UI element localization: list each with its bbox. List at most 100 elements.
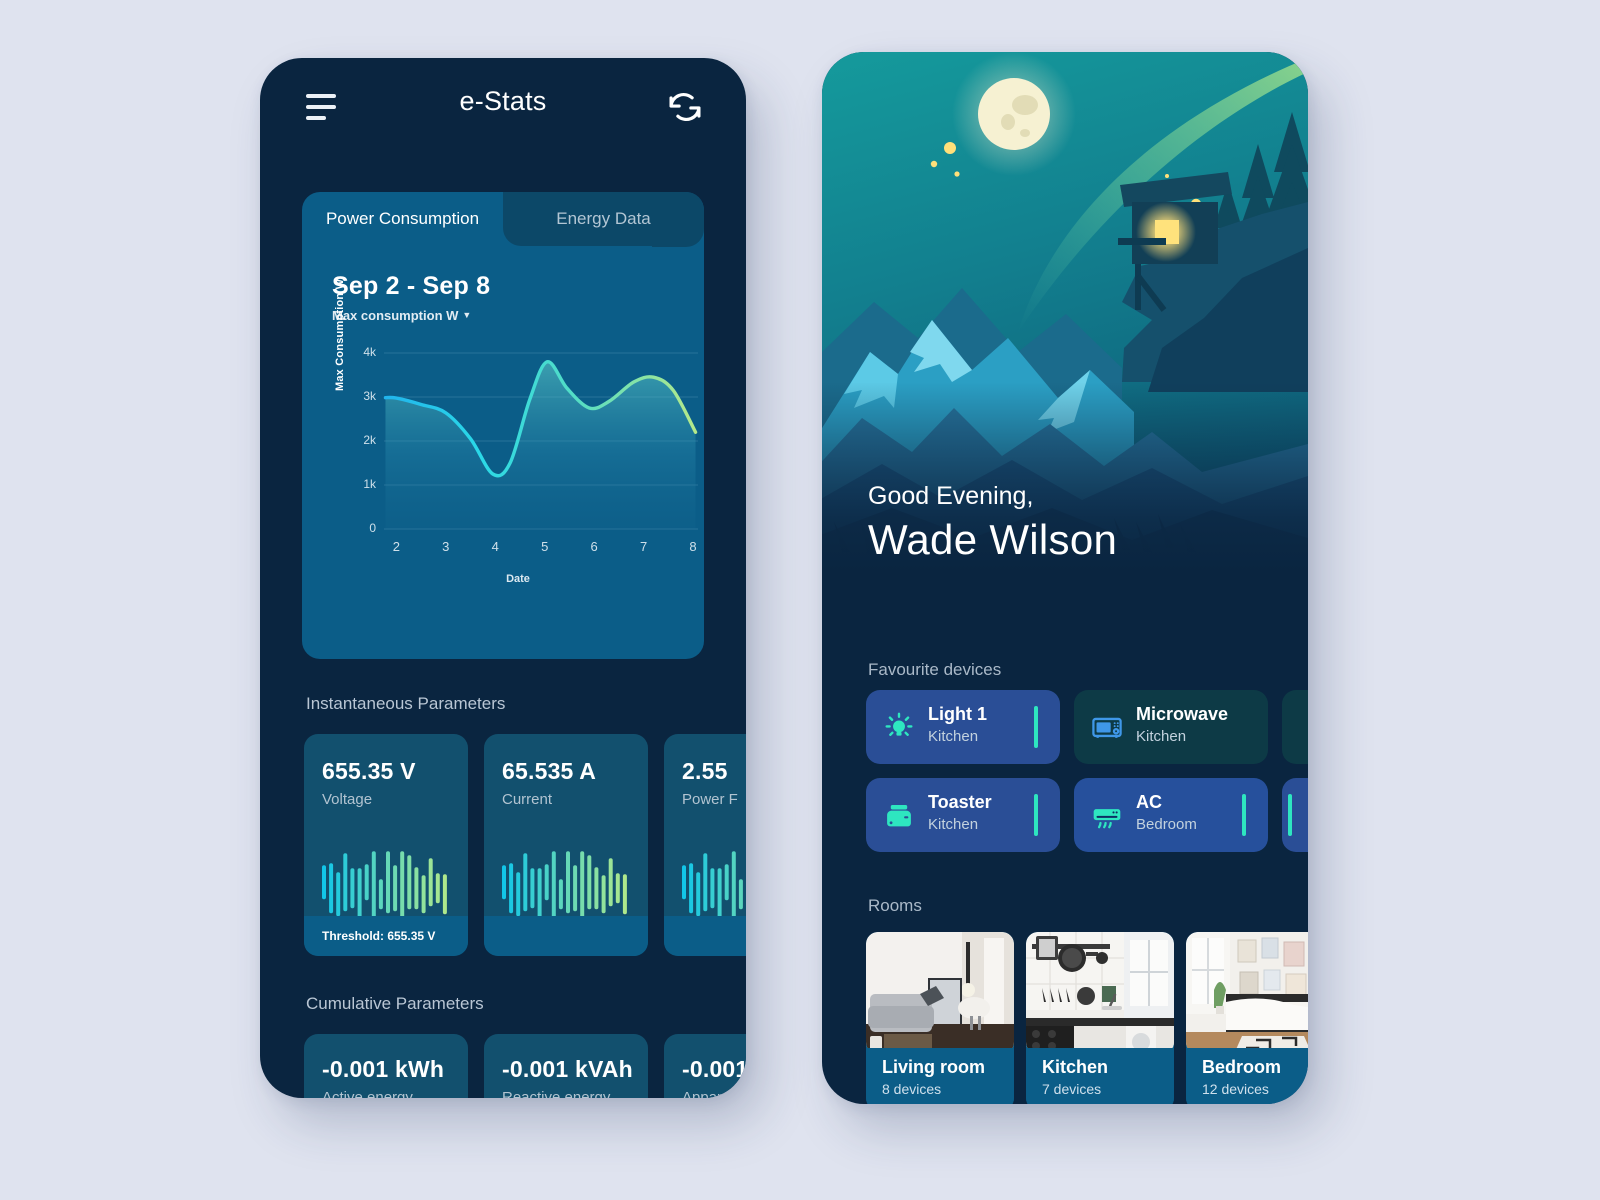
cum-card-reactive-energy[interactable]: -0.001 kVAh Reactive energy	[484, 1034, 648, 1098]
waveform-bar	[682, 865, 686, 900]
device-room: Kitchen	[928, 728, 979, 745]
power-consumption-card: Power Consumption Energy Data Sep 2 - Se…	[302, 192, 704, 659]
param-card-power-factor[interactable]: 2.55 Power F	[664, 734, 746, 956]
chart-y-tick-label: 0	[369, 521, 376, 535]
waveform-bar	[544, 864, 549, 901]
chart-y-tick-label: 3k	[363, 389, 376, 403]
cumulative-parameters-heading: Cumulative Parameters	[306, 994, 484, 1013]
waveform-bar	[329, 863, 334, 914]
device-card-toaster[interactable]: Toaster Kitchen	[866, 778, 1060, 852]
waveform-bar	[622, 874, 627, 915]
device-status-bar	[1034, 794, 1038, 836]
waveform-bar	[516, 872, 521, 917]
cum-card-label: Appare	[682, 1089, 731, 1098]
tab-power-consumption[interactable]: Power Consumption	[302, 192, 503, 246]
device-room: Kitchen	[928, 816, 979, 833]
waveform-bar	[364, 864, 369, 901]
toaster-icon	[882, 799, 916, 838]
device-status-bar	[1034, 706, 1038, 748]
waveform-bar	[407, 855, 412, 910]
device-card-microwave[interactable]: Microwave Kitchen	[1074, 690, 1268, 764]
param-card-voltage[interactable]: 655.35 V Voltage Threshold: 655.35 V	[304, 734, 468, 956]
waveform-bar	[428, 858, 433, 907]
waveform-bar	[717, 868, 722, 921]
param-card-label: Current	[502, 791, 553, 808]
waveform-bar	[435, 873, 440, 904]
waveform-bar	[615, 873, 620, 904]
room-card-kitchen[interactable]: Kitchen 7 devices	[1026, 932, 1174, 1104]
chart-y-tick-label: 4k	[363, 345, 376, 359]
device-status-bar	[1288, 794, 1292, 836]
waveform-bar	[696, 872, 701, 917]
waveform-bar	[322, 865, 326, 900]
waveform-bar	[350, 868, 355, 909]
param-card-footer	[664, 916, 746, 956]
refresh-icon[interactable]	[666, 88, 704, 126]
waveform-bar	[594, 867, 599, 910]
room-device-count: 7 devices	[1042, 1081, 1102, 1097]
waveform-bar	[738, 879, 743, 910]
line-chart: Max Consumption W 4k 3k 2k 1k 0 2 3 4 5 …	[332, 279, 704, 591]
air-conditioner-icon	[1090, 800, 1124, 839]
tab-energy-data-label: Energy Data	[556, 209, 651, 228]
room-card-bedroom[interactable]: Bedroom 12 devices	[1186, 932, 1308, 1104]
chart-metric-selector[interactable]: Max consumption W ▼	[332, 308, 704, 323]
device-card-partial-next[interactable]	[1282, 690, 1308, 764]
chart-y-tick-label: 1k	[363, 477, 376, 491]
waveform-bar	[530, 868, 535, 909]
chart-date-range: Sep 2 - Sep 8	[332, 272, 491, 300]
device-card-ac[interactable]: AC Bedroom	[1074, 778, 1268, 852]
waveform-bar	[573, 865, 578, 912]
waveform-bar	[343, 853, 348, 912]
chart-metric-label: Max consumption W	[332, 308, 459, 323]
waveform-bar	[710, 868, 715, 909]
waveform-bar	[689, 863, 694, 914]
device-name: AC	[1136, 792, 1162, 812]
param-card-value: 655.35 V	[322, 758, 416, 784]
waveform-bar	[371, 851, 376, 926]
lightbulb-icon	[882, 709, 916, 748]
cum-card-label: Reactive energy	[502, 1089, 611, 1098]
device-name: Light 1	[928, 704, 987, 724]
chart-x-tick-label: 4	[491, 539, 499, 554]
cum-card-active-energy[interactable]: -0.001 kWh Active energy	[304, 1034, 468, 1098]
chart-y-tick-label: 2k	[363, 433, 376, 447]
rooms-heading: Rooms	[868, 896, 922, 915]
waveform-bar	[378, 879, 383, 910]
device-card-partial-next-2[interactable]	[1282, 778, 1308, 852]
left-phone-header: e-Stats	[260, 58, 746, 150]
room-device-count: 8 devices	[882, 1081, 942, 1097]
chart-x-tick-label: 5	[541, 539, 549, 554]
waveform-bar	[393, 865, 398, 912]
device-room: Bedroom	[1136, 816, 1197, 833]
canvas: e-Stats Power Consumption Energy Data Se…	[0, 0, 1600, 1200]
room-photo-kitchen	[1026, 932, 1174, 1054]
waveform-bar	[523, 853, 528, 912]
waveform-bar	[537, 868, 542, 921]
waveform-bar	[551, 851, 556, 926]
waveform-bar	[336, 872, 341, 917]
waveform-bar	[601, 875, 606, 914]
param-card-value: 2.55	[682, 758, 728, 784]
waveform-bar	[442, 874, 447, 915]
param-card-footer	[484, 916, 648, 956]
waveform-bar	[587, 855, 592, 910]
room-photo-bedroom	[1186, 932, 1308, 1054]
voltage-threshold-badge: Threshold: 655.35 V	[304, 916, 468, 956]
cum-card-value: -0.001 kWh	[322, 1056, 445, 1082]
room-name: Living room	[882, 1057, 985, 1077]
greeting-salutation: Good Evening,	[868, 482, 1034, 510]
cum-card-value: -0.001 kVAh	[502, 1056, 633, 1082]
room-meta: Living room 8 devices	[866, 1048, 1014, 1104]
waveform-bar	[509, 863, 514, 914]
room-meta: Kitchen 7 devices	[1026, 1048, 1174, 1104]
waveform-bar	[724, 864, 729, 901]
param-card-current[interactable]: 65.535 A Current	[484, 734, 648, 956]
cum-card-apparent-energy[interactable]: -0.001 Appare	[664, 1034, 746, 1098]
waveform-bar	[608, 858, 613, 907]
room-photo-living-room	[866, 932, 1014, 1054]
tab-energy-data[interactable]: Energy Data	[503, 192, 704, 246]
param-card-value: 65.535 A	[502, 758, 597, 784]
device-card-light-1[interactable]: Light 1 Kitchen	[866, 690, 1060, 764]
room-card-living-room[interactable]: Living room 8 devices	[866, 932, 1014, 1104]
